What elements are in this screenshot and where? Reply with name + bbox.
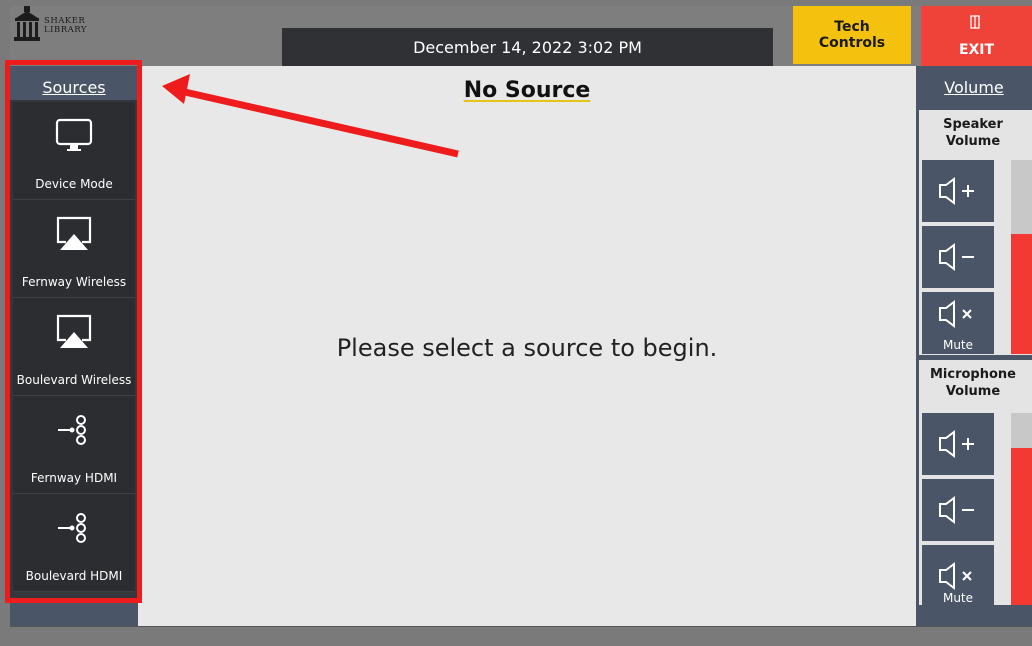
speaker-title-line-1: Speaker xyxy=(943,117,1003,132)
exit-label: EXIT xyxy=(958,42,995,58)
speaker-volume-up-button[interactable] xyxy=(922,160,994,222)
tech-label-line-2: Controls xyxy=(818,35,886,51)
tech-label-line-1: Tech xyxy=(834,19,870,35)
speaker-volume-meter[interactable] xyxy=(1011,160,1032,354)
microphone-volume-down-button[interactable] xyxy=(922,479,994,541)
library-building-icon xyxy=(14,6,40,41)
logo-line-2: LIBRARY xyxy=(44,25,88,35)
select-source-prompt: Please select a source to begin. xyxy=(336,334,718,362)
microphone-volume-meter[interactable] xyxy=(1011,413,1032,605)
speaker-title-line-2: Volume xyxy=(945,134,1001,149)
speaker-minus-icon xyxy=(939,496,974,524)
microphone-mute-button[interactable]: Mute xyxy=(922,545,994,607)
annotation-arrow xyxy=(162,74,459,158)
microphone-title-line-2: Volume xyxy=(945,384,1001,399)
exit-button[interactable]: EXIT xyxy=(921,6,1032,66)
highlight-box xyxy=(5,60,142,603)
speaker-mute-button[interactable]: Mute xyxy=(922,292,994,354)
microphone-title-line-1: Microphone xyxy=(929,367,1016,382)
speaker-plus-icon xyxy=(939,177,974,205)
speaker-volume-fill xyxy=(1011,233,1032,354)
mute-label: Mute xyxy=(942,591,974,605)
door-icon xyxy=(970,15,980,29)
speaker-mute-icon xyxy=(939,300,972,328)
microphone-volume-fill xyxy=(1011,447,1032,605)
footer-bar xyxy=(10,626,1032,646)
shaker-library-logo: SHAKER LIBRARY xyxy=(14,6,124,50)
sidebar-footer xyxy=(10,603,138,626)
volume-header: Volume xyxy=(916,66,1032,106)
volume-title: Volume xyxy=(944,78,1004,97)
speaker-minus-icon xyxy=(939,243,974,271)
speaker-mute-icon xyxy=(939,562,972,590)
speaker-plus-icon xyxy=(939,430,974,458)
microphone-volume-up-button[interactable] xyxy=(922,413,994,475)
page-title-text: No Source xyxy=(463,78,591,103)
mute-label: Mute xyxy=(942,338,974,352)
speaker-volume-down-button[interactable] xyxy=(922,226,994,288)
tech-controls-button[interactable]: Tech Controls xyxy=(793,6,911,64)
